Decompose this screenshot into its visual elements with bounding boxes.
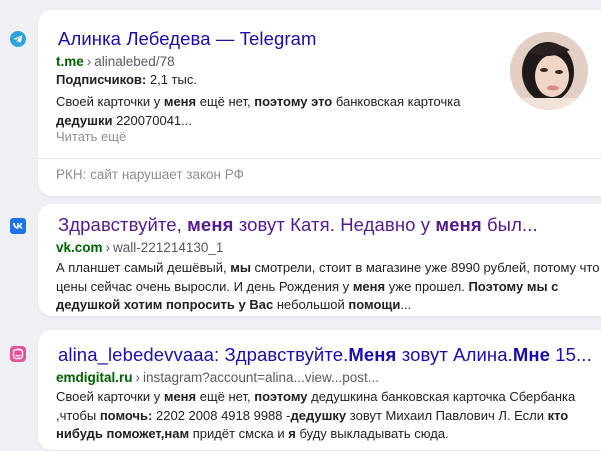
emdigital-icon bbox=[10, 346, 26, 362]
subscribers-label: Подписчиков: bbox=[56, 72, 147, 87]
title-fragment: меня bbox=[435, 214, 482, 235]
url-separator: › bbox=[86, 54, 92, 69]
snippet-fragment: меня bbox=[163, 94, 197, 109]
snippet-fragment: уже прошел. bbox=[385, 278, 469, 294]
snippet-fragment: 2202 2008 4918 9988 - bbox=[152, 407, 291, 423]
snippet-fragment: 220070041... bbox=[112, 112, 192, 128]
url-separator: › bbox=[105, 240, 111, 255]
title-fragment: меня bbox=[187, 214, 234, 235]
url-host[interactable]: vk.com bbox=[56, 240, 103, 255]
result-snippet: Своей карточки у меня ещё нет, поэтому д… bbox=[56, 388, 601, 444]
avatar-photo bbox=[510, 32, 588, 110]
snippet-fragment: придёт смска и bbox=[189, 426, 289, 441]
title-fragment: Мне bbox=[512, 344, 551, 365]
result-card-vk: Здравствуйте, меня зовут Катя. Недавно у… bbox=[38, 204, 601, 316]
read-more-link[interactable]: Читать ещё bbox=[56, 128, 126, 147]
vk-icon bbox=[10, 218, 26, 234]
snippet-fragment: я bbox=[288, 426, 296, 441]
snippet-fragment: меня bbox=[163, 389, 197, 404]
snippet-fragment: буду выкладывать сюда. bbox=[295, 426, 449, 441]
result-card-telegram: Алинка Лебедева — Telegram t.me › alinaleb… bbox=[38, 10, 601, 196]
snippet-fragment: ... bbox=[400, 297, 412, 312]
result-url[interactable]: vk.com › wall-221214130_1 bbox=[56, 240, 223, 256]
snippet-fragment: небольшой bbox=[273, 297, 349, 312]
snippet-fragment: ещё нет, bbox=[196, 94, 255, 109]
url-separator: › bbox=[135, 370, 141, 385]
url-path[interactable]: wall-221214130_1 bbox=[113, 240, 223, 255]
result-card-emdigital: alina_lebedevvaaa: Здравствуйте.Меня зов… bbox=[38, 330, 601, 450]
snippet-fragment: меня bbox=[352, 278, 386, 294]
snippet-fragment: Своей карточки у bbox=[56, 94, 164, 109]
result-title-link[interactable]: Алинка Лебедева — Telegram bbox=[58, 28, 317, 49]
snippet-fragment: помочь: bbox=[99, 407, 153, 423]
snippet-fragment: поэтому bbox=[254, 389, 308, 404]
snippet-fragment: банковская карточка bbox=[332, 94, 461, 109]
subscribers-line: Подписчиков: 2,1 тыс. bbox=[56, 71, 197, 90]
title-fragment: Меня bbox=[348, 344, 397, 365]
snippet-fragment: А планшет самый дешёвый, bbox=[56, 260, 231, 275]
title-fragment: 15... bbox=[550, 344, 592, 365]
url-host[interactable]: t.me bbox=[56, 54, 84, 69]
snippet-fragment: помощи bbox=[348, 297, 401, 312]
telegram-icon bbox=[10, 31, 26, 47]
avatar[interactable] bbox=[510, 32, 588, 110]
result-snippet: А планшет самый дешёвый, мы смотрели, ст… bbox=[56, 259, 601, 315]
result-title[interactable]: Здравствуйте, меня зовут Катя. Недавно у… bbox=[58, 214, 538, 236]
title-fragment: Здравствуйте, bbox=[58, 214, 188, 235]
snippet-fragment: дедушку bbox=[290, 407, 347, 423]
snippet-fragment: мы bbox=[230, 260, 251, 275]
snippet-fragment: Своей карточки у bbox=[56, 389, 164, 404]
snippet-fragment: ещё нет, bbox=[196, 389, 255, 404]
rkn-warning: РКН: сайт нарушает закон РФ bbox=[56, 167, 244, 182]
result-title[interactable]: alina_lebedevvaaa: Здравствуйте.Меня зов… bbox=[58, 344, 592, 366]
snippet-fragment: зовут Михаил Павлович Л. Если bbox=[346, 407, 548, 423]
snippet-fragment: дедушки bbox=[56, 112, 113, 128]
url-path[interactable]: instagram?account=alina...view...post... bbox=[143, 370, 379, 385]
subscribers-value: 2,1 тыс. bbox=[149, 72, 197, 87]
result-snippet: Своей карточки у меня ещё нет, поэтому э… bbox=[56, 93, 476, 130]
title-fragment: зовут Алина. bbox=[396, 344, 513, 365]
result-title[interactable]: Алинка Лебедева — Telegram bbox=[58, 28, 317, 50]
title-fragment: alina_lebedevvaaa: Здравствуйте. bbox=[58, 344, 349, 365]
url-path[interactable]: alinalebed/78 bbox=[94, 54, 174, 69]
title-fragment: зовут Катя. Недавно у bbox=[233, 214, 436, 235]
title-fragment: был... bbox=[481, 214, 538, 235]
result-url[interactable]: emdigital.ru › instagram?account=alina...v… bbox=[56, 370, 379, 386]
snippet-fragment: поэтому это bbox=[254, 94, 333, 109]
card-divider bbox=[38, 158, 601, 159]
result-url[interactable]: t.me › alinalebed/78 bbox=[56, 54, 175, 70]
url-host[interactable]: emdigital.ru bbox=[56, 370, 133, 385]
snippet-fragment: Вас bbox=[249, 297, 274, 312]
